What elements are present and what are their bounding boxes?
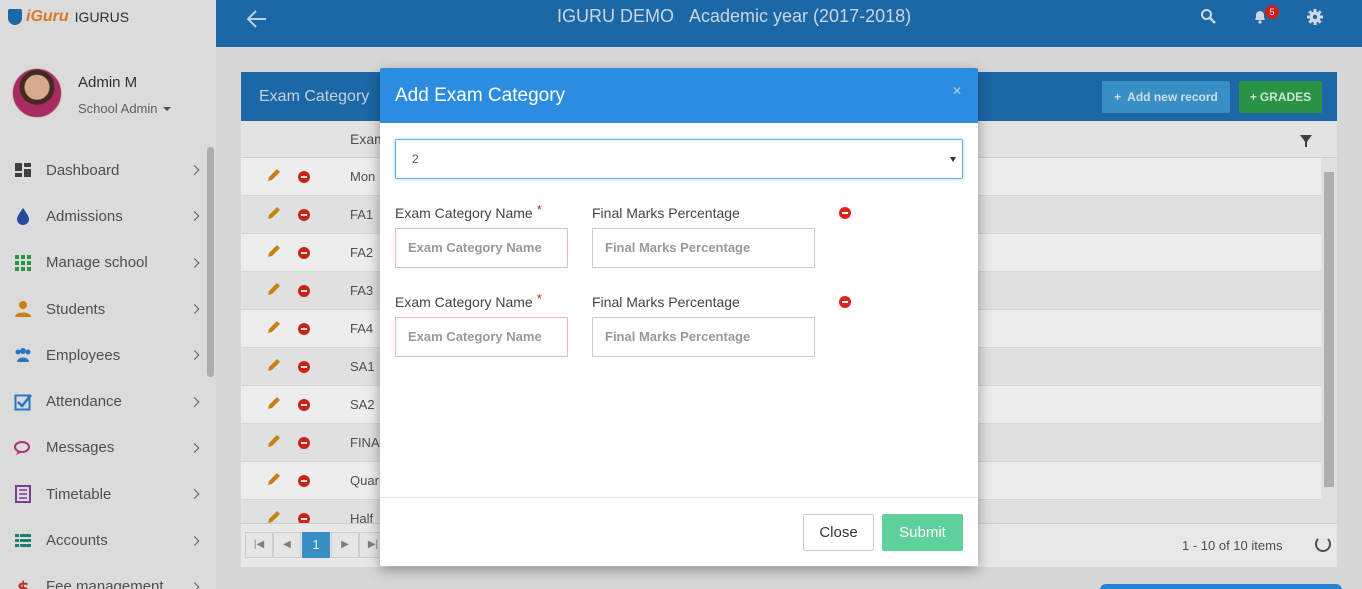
close-icon[interactable]: ✕ (952, 84, 962, 98)
final-marks-percentage-label: Final Marks Percentage (592, 294, 740, 310)
remove-row-icon[interactable] (839, 296, 851, 308)
close-button[interactable]: Close (803, 514, 874, 551)
modal-header: Add Exam Category ✕ (380, 68, 978, 123)
required-mark: * (536, 291, 542, 306)
final-marks-percentage-field[interactable]: Final Marks Percentage (592, 317, 815, 357)
label-text: Exam Category Name (395, 294, 533, 310)
final-marks-percentage-field[interactable]: Final Marks Percentage (592, 228, 815, 268)
remove-row-icon[interactable] (839, 207, 851, 219)
required-mark: * (536, 202, 542, 217)
modal-title: Add Exam Category (395, 85, 566, 106)
exam-category-name-label: Exam Category Name * (395, 202, 542, 221)
select-value: 2 (412, 152, 419, 166)
exam-count-select[interactable]: 2 (395, 139, 963, 179)
add-exam-category-modal: Add Exam Category ✕ 2 Exam Category Name… (380, 68, 978, 566)
caret-down-icon (950, 157, 956, 162)
exam-category-name-label: Exam Category Name * (395, 291, 542, 310)
label-text: Exam Category Name (395, 205, 533, 221)
exam-category-name-field[interactable]: Exam Category Name (395, 317, 568, 357)
submit-button[interactable]: Submit (882, 514, 963, 551)
modal-footer: Close Submit (380, 497, 978, 566)
exam-category-name-field[interactable]: Exam Category Name (395, 228, 568, 268)
final-marks-percentage-label: Final Marks Percentage (592, 205, 740, 221)
